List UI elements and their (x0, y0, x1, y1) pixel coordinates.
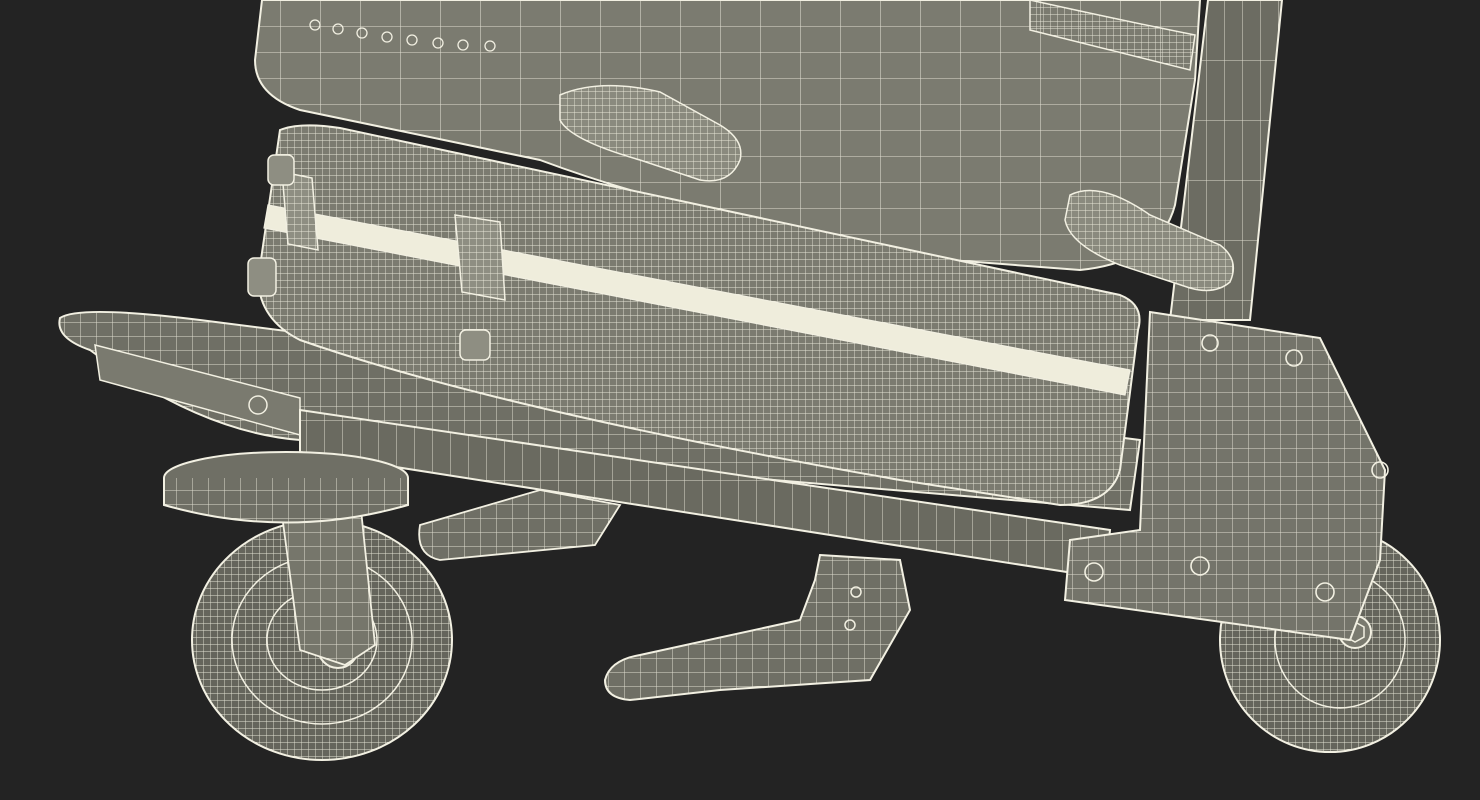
hinge-right (459, 329, 491, 361)
kickstand-foot (603, 553, 912, 702)
brake-lever (418, 489, 622, 561)
wireframe-render (0, 0, 1480, 800)
latch-right (454, 214, 506, 301)
front-caster-wheel (163, 451, 453, 761)
